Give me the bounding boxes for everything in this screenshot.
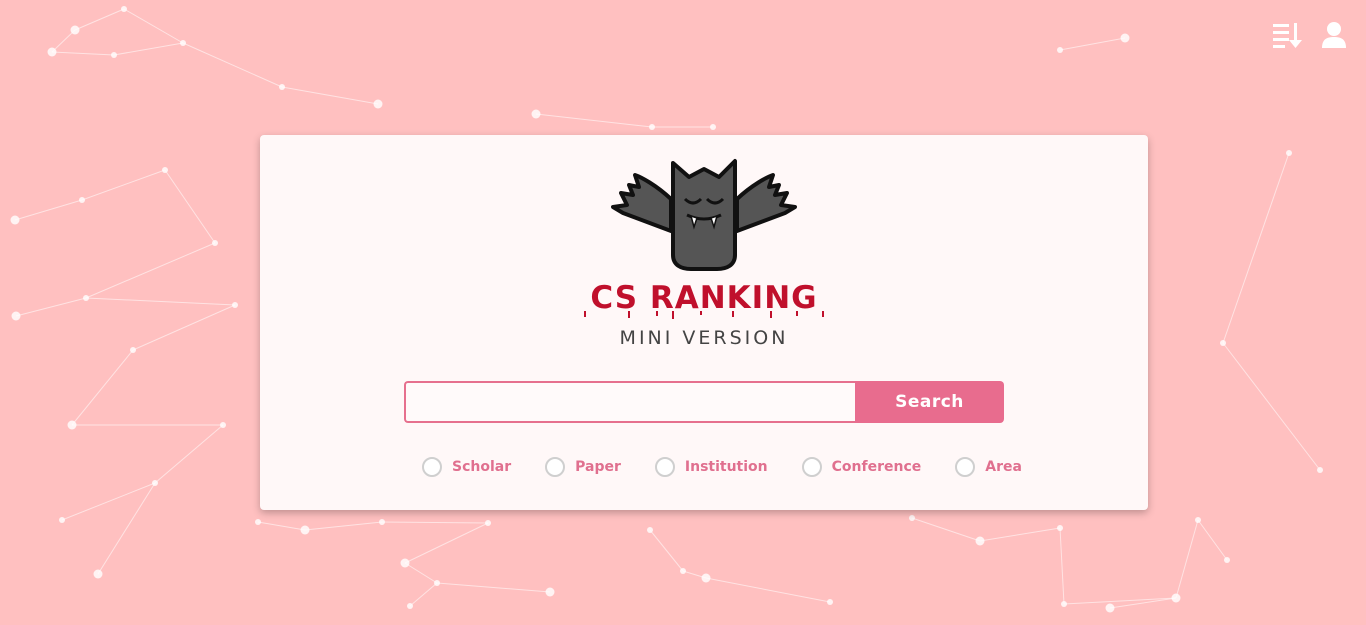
radio-circle[interactable] (955, 457, 976, 477)
option-area[interactable]: Area (955, 457, 1022, 477)
option-institution[interactable]: Institution (654, 457, 768, 477)
user-icon[interactable] (1318, 20, 1350, 50)
sort-list-icon[interactable] (1272, 20, 1304, 50)
option-label: Institution (684, 459, 768, 475)
search-input[interactable] (404, 381, 855, 423)
option-label: Scholar (452, 459, 512, 475)
radio-circle[interactable] (422, 457, 442, 477)
option-label: Area (985, 459, 1022, 475)
option-label: Paper (575, 459, 621, 475)
drip-decoration (584, 311, 824, 319)
search-type-options: Scholar Paper Institution Conference Are… (422, 457, 1022, 477)
radio-circle[interactable] (545, 457, 566, 477)
option-scholar[interactable]: Scholar (422, 457, 511, 477)
radio-circle[interactable] (801, 457, 822, 477)
brand-logo: CS RANKING MINI VERSION (260, 155, 1148, 349)
search-button[interactable]: Search (855, 381, 1004, 423)
top-toolbar (1272, 20, 1350, 50)
search-bar: Search (404, 381, 1004, 423)
brand-subtitle: MINI VERSION (619, 327, 789, 349)
option-label: Conference (831, 459, 922, 475)
brand-title: CS RANKING (590, 280, 818, 316)
bat-mascot-icon (611, 159, 797, 271)
search-card: CS RANKING MINI VERSION Search Scholar P… (260, 135, 1148, 510)
option-conference[interactable]: Conference (801, 457, 922, 477)
radio-circle[interactable] (654, 457, 675, 477)
option-paper[interactable]: Paper (545, 457, 621, 477)
